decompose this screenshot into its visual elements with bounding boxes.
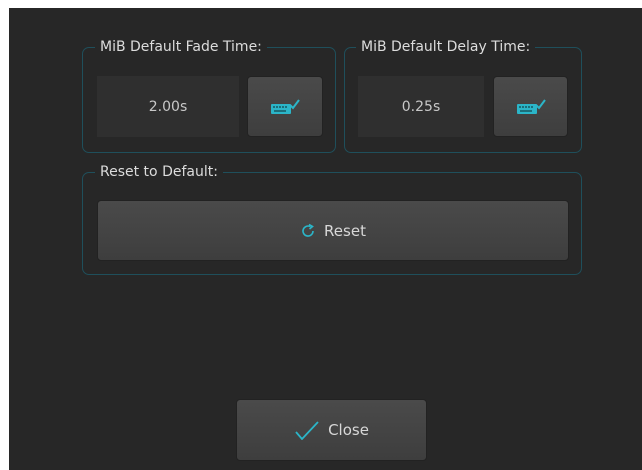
delay-time-edit-button[interactable] [493, 76, 568, 137]
reset-button-label: Reset [324, 221, 366, 240]
delay-time-group: MiB Default Delay Time: 0.25s [344, 38, 582, 153]
fade-time-group: MiB Default Fade Time: 2.00s [82, 38, 336, 153]
keyboard-edit-icon [516, 98, 546, 116]
reset-title: Reset to Default: [95, 163, 223, 181]
close-button[interactable]: Close [236, 399, 427, 461]
delay-time-value[interactable]: 0.25s [358, 76, 484, 137]
fade-time-value[interactable]: 2.00s [97, 76, 239, 137]
fade-time-title: MiB Default Fade Time: [95, 38, 267, 56]
keyboard-edit-icon [270, 98, 300, 116]
reset-group: Reset to Default: Reset [82, 163, 582, 275]
reset-button[interactable]: Reset [97, 200, 569, 261]
close-button-label: Close [328, 421, 369, 439]
mib-settings-dialog: MiB Default Fade Time: 2.00s MiB Default… [9, 8, 642, 470]
checkmark-icon [294, 420, 320, 440]
refresh-icon [300, 223, 316, 239]
delay-time-title: MiB Default Delay Time: [356, 38, 536, 56]
fade-time-edit-button[interactable] [247, 76, 323, 137]
